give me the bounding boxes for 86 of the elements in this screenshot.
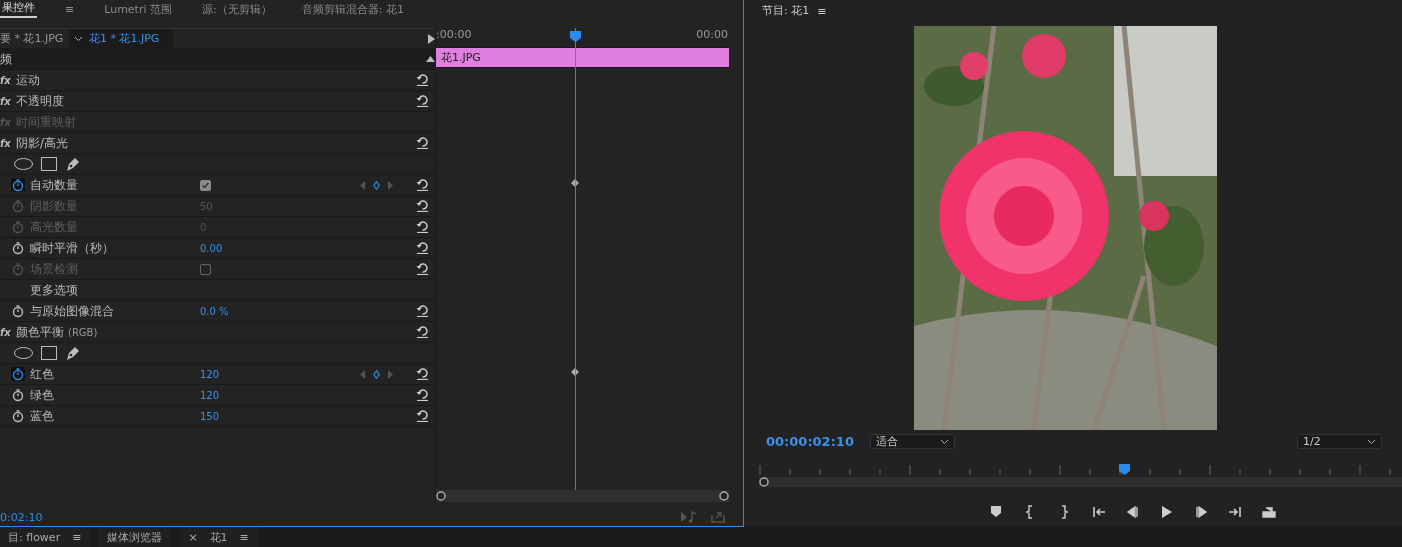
- timecode: 0:02:10: [0, 510, 43, 524]
- reset-icon[interactable]: [416, 241, 429, 254]
- stopwatch-icon[interactable]: [11, 409, 25, 423]
- clip-bar[interactable]: 花1.JPG: [436, 48, 729, 68]
- param-name: 绿色: [30, 386, 55, 404]
- reset-icon[interactable]: [416, 178, 429, 191]
- scroll-handle[interactable]: [759, 477, 769, 488]
- step-forward-icon[interactable]: [1194, 505, 1208, 520]
- stopwatch-icon[interactable]: [11, 304, 25, 318]
- effect-suffix: (RGB): [68, 326, 98, 338]
- rectangle-mask-icon[interactable]: [41, 346, 57, 360]
- tab[interactable]: 果控件: [0, 1, 37, 18]
- stopwatch-icon[interactable]: [11, 388, 25, 402]
- resolution-dropdown[interactable]: 1/2: [1297, 434, 1382, 450]
- reset-icon[interactable]: [416, 304, 429, 317]
- tab[interactable]: Lumetri 范围: [102, 3, 174, 18]
- scroll-handle[interactable]: [719, 491, 729, 501]
- reset-icon[interactable]: [416, 367, 429, 380]
- panel-tab[interactable]: 目: flower: [8, 529, 61, 545]
- param-value[interactable]: 120: [200, 368, 360, 380]
- keyframe-icon[interactable]: [373, 180, 380, 190]
- param-value[interactable]: 150: [200, 410, 360, 422]
- timecode-label: 00:00: [696, 28, 728, 41]
- step-back-icon[interactable]: [1126, 505, 1140, 520]
- panel-menu[interactable]: ≡: [72, 530, 82, 544]
- scroll-bar[interactable]: [436, 490, 729, 502]
- lift-icon[interactable]: [1262, 505, 1276, 520]
- go-to-in-icon[interactable]: [1092, 505, 1106, 520]
- fx-badge[interactable]: fx: [0, 326, 16, 338]
- scroll-bar[interactable]: [759, 477, 1402, 488]
- collapse-icon[interactable]: [426, 56, 435, 62]
- playhead-handle[interactable]: [570, 31, 582, 42]
- timecode[interactable]: 00:00:02:10: [766, 434, 870, 450]
- scroll-handle[interactable]: [436, 491, 446, 501]
- fx-badge[interactable]: fx: [0, 137, 16, 149]
- param-value[interactable]: 120: [200, 389, 360, 401]
- timecode-label: :00:00: [436, 28, 472, 41]
- reset-icon[interactable]: [416, 388, 429, 401]
- ellipse-mask-icon[interactable]: [14, 158, 33, 170]
- clip-name[interactable]: 要 * 花1.JPG: [0, 31, 70, 46]
- zoom-dropdown[interactable]: 适合: [870, 434, 955, 450]
- chevron-down-icon: [1367, 438, 1376, 445]
- param-name: 瞬时平滑（秒）: [30, 239, 115, 257]
- panel-title: 节目: 花1: [762, 2, 810, 18]
- close-button[interactable]: ×: [188, 530, 198, 544]
- checkbox[interactable]: [200, 179, 211, 191]
- play-icon[interactable]: [1160, 505, 1174, 520]
- chevron-down-icon: [74, 35, 83, 42]
- clip-selector[interactable]: 花1 * 花1.JPG: [70, 29, 174, 48]
- param-name: 与原始图像混合: [30, 302, 115, 320]
- stopwatch-icon[interactable]: [11, 241, 25, 255]
- effect-name: 阴影/高光: [16, 134, 69, 152]
- tab[interactable]: 源:（无剪辑）: [200, 3, 274, 18]
- stopwatch-icon[interactable]: [11, 178, 25, 192]
- panel-menu[interactable]: ≡: [239, 530, 249, 544]
- reset-icon[interactable]: [416, 409, 429, 422]
- param-name: 自动数量: [30, 176, 79, 194]
- panel-menu[interactable]: ≡: [817, 4, 827, 18]
- fx-badge[interactable]: fx: [0, 95, 16, 107]
- param-value[interactable]: 0.00: [200, 242, 360, 254]
- ellipse-mask-icon[interactable]: [14, 347, 33, 359]
- param-name: 蓝色: [30, 407, 55, 425]
- reset-icon[interactable]: [416, 136, 429, 149]
- pen-icon[interactable]: [65, 156, 81, 172]
- marker-icon[interactable]: [990, 505, 1004, 520]
- effect-name: 颜色平衡: [16, 323, 64, 341]
- effect-name: 不透明度: [16, 92, 64, 110]
- play-icon[interactable]: [428, 33, 435, 44]
- go-to-out-icon[interactable]: [1228, 505, 1242, 520]
- tab[interactable]: 音频剪辑混合器: 花1: [299, 3, 406, 18]
- stopwatch-icon[interactable]: [11, 367, 25, 381]
- param-name: 红色: [30, 365, 55, 383]
- reset-icon[interactable]: [416, 94, 429, 107]
- reset-icon[interactable]: [416, 325, 429, 338]
- section-title: 频: [0, 50, 12, 68]
- rectangle-mask-icon[interactable]: [41, 157, 57, 171]
- fx-badge[interactable]: fx: [0, 74, 16, 86]
- param-value[interactable]: 0.0 %: [200, 305, 360, 317]
- panel-tab[interactable]: 花1: [209, 529, 228, 545]
- chevron-down-icon: [940, 438, 949, 445]
- keyframe-icon[interactable]: [373, 369, 380, 379]
- pen-icon[interactable]: [65, 345, 81, 361]
- tab[interactable]: ≡: [63, 3, 77, 18]
- reset-icon[interactable]: [416, 73, 429, 86]
- option-label[interactable]: 更多选项: [30, 281, 200, 299]
- effect-name: 运动: [16, 71, 40, 89]
